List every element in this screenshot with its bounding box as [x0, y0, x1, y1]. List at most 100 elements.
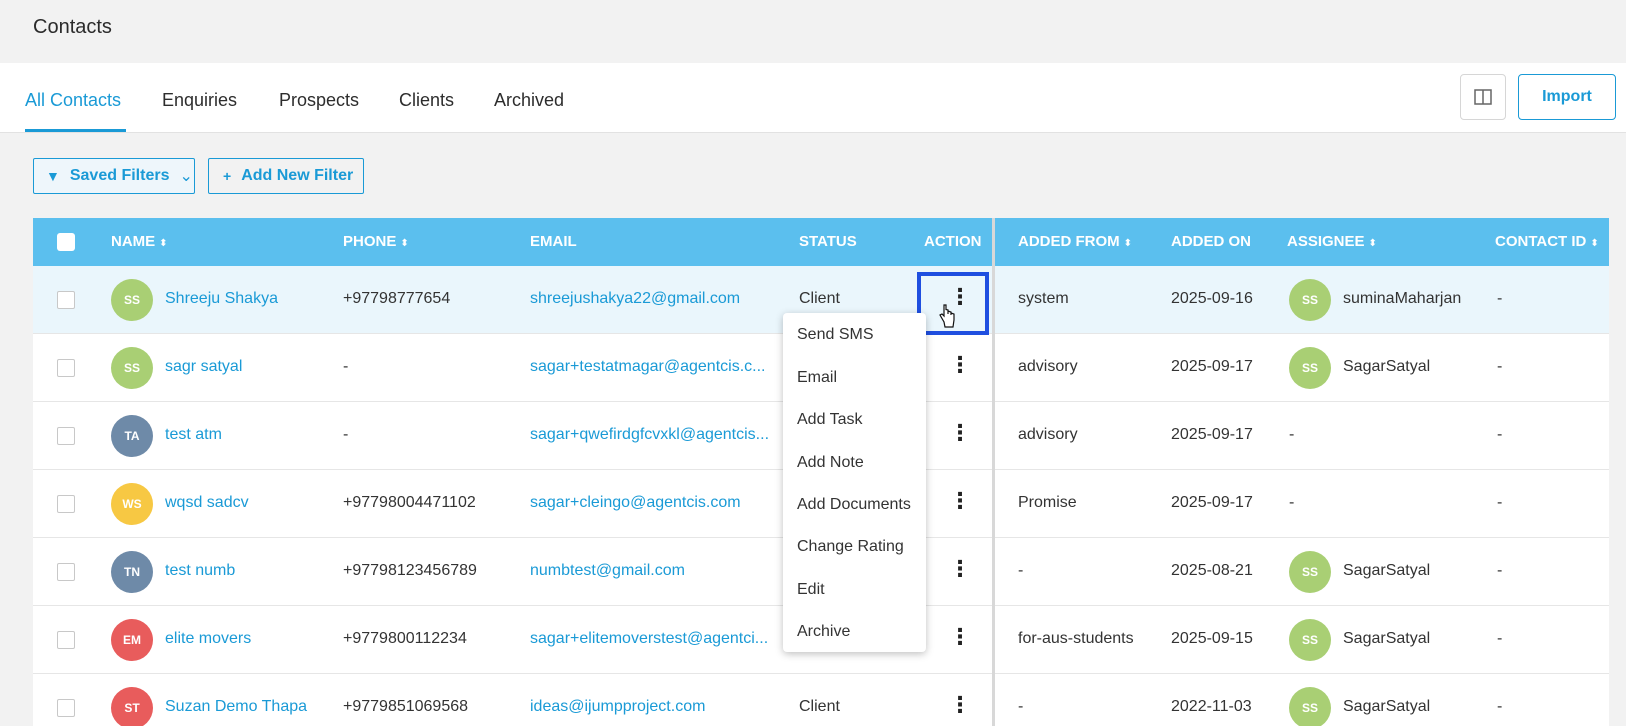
contact-email-link[interactable]: sagar+testatmagar@agentcis.c... [530, 358, 765, 376]
avatar: TN [111, 551, 153, 593]
header-contact-id[interactable]: CONTACT ID ⬍ [1495, 233, 1599, 250]
saved-filters-button[interactable]: ▼ Saved Filters ⌄ [33, 158, 195, 194]
contact-assignee: suminaMaharjan [1343, 290, 1462, 307]
contact-id: - [1497, 358, 1503, 375]
contact-phone: - [343, 358, 349, 375]
sort-icon: ⬍ [1368, 238, 1377, 249]
contact-assignee: SagarSatyal [1343, 698, 1431, 715]
contact-email-link[interactable]: sagar+elitemoverstest@agentci... [530, 630, 768, 648]
row-checkbox[interactable] [57, 699, 75, 717]
avatar: TA [111, 415, 153, 457]
table-row[interactable]: ST Suzan Demo Thapa +9779851069568 ideas@ij… [33, 674, 1609, 726]
menu-item-email[interactable]: Email [797, 369, 837, 387]
tab-all-contacts[interactable]: All Contacts [25, 90, 121, 111]
contact-phone: +97798777654 [343, 290, 451, 307]
menu-item-change-rating[interactable]: Change Rating [797, 538, 904, 556]
assignee-avatar: SS [1289, 347, 1331, 389]
hand-pointer-icon [939, 304, 955, 328]
tab-prospects[interactable]: Prospects [279, 90, 359, 111]
header-added-from[interactable]: ADDED FROM ⬍ [1018, 233, 1132, 250]
contact-added-on: 2025-09-17 [1171, 358, 1253, 375]
contact-email-link[interactable]: sagar+qwefirdgfcvxkl@agentcis... [530, 426, 769, 444]
active-tab-indicator [25, 129, 126, 132]
select-all-checkbox[interactable] [57, 233, 75, 251]
kebab-menu-icon[interactable]: ⋮ [949, 558, 971, 580]
menu-item-add-note[interactable]: Add Note [797, 454, 864, 472]
tab-bar: All Contacts Enquiries Prospects Clients… [0, 63, 1626, 133]
menu-item-send-sms[interactable]: Send SMS [797, 326, 873, 344]
contact-added-on: 2022-11-03 [1171, 698, 1252, 715]
contact-name-link[interactable]: test atm [165, 426, 222, 444]
row-checkbox[interactable] [57, 359, 75, 377]
menu-item-add-task[interactable]: Add Task [797, 411, 863, 429]
menu-item-archive[interactable]: Archive [797, 623, 850, 641]
contact-name-link[interactable]: Shreeju Shakya [165, 290, 278, 308]
contact-phone: +9779851069568 [343, 698, 469, 715]
contact-name-link[interactable]: wqsd sadcv [165, 494, 249, 512]
tab-enquiries[interactable]: Enquiries [162, 90, 237, 111]
filter-icon: ▼ [46, 168, 60, 184]
contact-added-from: for-aus-students [1018, 630, 1134, 647]
contact-status: Client [799, 290, 840, 307]
tab-archived[interactable]: Archived [494, 90, 564, 111]
contact-assignee: SagarSatyal [1343, 562, 1431, 579]
contact-assignee: - [1289, 426, 1295, 443]
contact-assignee: SagarSatyal [1343, 630, 1431, 647]
contact-phone: +97798004471102 [343, 494, 476, 511]
sort-icon: ⬍ [1123, 238, 1133, 249]
assignee-avatar: SS [1289, 619, 1331, 661]
menu-item-add-documents[interactable]: Add Documents [797, 496, 911, 514]
saved-filters-label: Saved Filters [69, 167, 170, 184]
menu-item-edit[interactable]: Edit [797, 581, 825, 599]
contact-name-link[interactable]: Suzan Demo Thapa [165, 698, 307, 716]
sort-icon: ⬍ [1590, 238, 1599, 249]
column-layout-button[interactable] [1460, 74, 1506, 120]
header-assignee[interactable]: ASSIGNEE ⬍ [1287, 233, 1377, 250]
assignee-avatar: SS [1289, 279, 1331, 321]
add-new-filter-button[interactable]: + Add New Filter [208, 158, 364, 194]
kebab-menu-icon[interactable]: ⋮ [949, 626, 971, 648]
contact-email-link[interactable]: numbtest@gmail.com [530, 562, 685, 580]
avatar: SS [111, 279, 153, 321]
header-phone[interactable]: PHONE ⬍ [343, 233, 409, 250]
contact-name-link[interactable]: test numb [165, 562, 235, 580]
row-checkbox[interactable] [57, 563, 75, 581]
row-checkbox[interactable] [57, 427, 75, 445]
tab-clients[interactable]: Clients [399, 90, 454, 111]
row-checkbox[interactable] [57, 495, 75, 513]
avatar: EM [111, 619, 153, 661]
header-status: STATUS [799, 233, 857, 250]
contact-name-link[interactable]: sagr satyal [165, 358, 242, 376]
header-action: ACTION [924, 233, 982, 250]
assignee-avatar: SS [1289, 551, 1331, 593]
contact-id: - [1497, 290, 1503, 307]
contact-id: - [1497, 494, 1503, 511]
kebab-menu-icon[interactable]: ⋮ [949, 354, 971, 376]
contact-status: Client [799, 698, 840, 715]
row-checkbox[interactable] [57, 631, 75, 649]
contact-added-from: system [1018, 290, 1069, 307]
contact-email-link[interactable]: shreejushakya22@gmail.com [530, 290, 740, 308]
assignee-avatar: SS [1289, 687, 1331, 726]
contact-email-link[interactable]: sagar+cleingo@agentcis.com [530, 494, 741, 512]
header-added-on: ADDED ON [1171, 233, 1252, 250]
contact-id: - [1497, 630, 1503, 647]
contact-added-on: 2025-09-16 [1171, 290, 1253, 307]
kebab-menu-icon[interactable]: ⋮ [949, 490, 971, 512]
header-name[interactable]: NAME ⬍ [111, 233, 168, 250]
contact-added-from: advisory [1018, 358, 1078, 375]
header-email: EMAIL [530, 233, 577, 250]
contact-added-on: 2025-08-21 [1171, 562, 1253, 579]
contact-email-link[interactable]: ideas@ijumpproject.com [530, 698, 705, 716]
kebab-menu-icon[interactable]: ⋮ [949, 694, 971, 716]
kebab-menu-icon[interactable]: ⋮ [949, 422, 971, 444]
contact-added-from: - [1018, 698, 1024, 715]
sort-icon: ⬍ [159, 238, 168, 249]
import-button[interactable]: Import [1518, 74, 1616, 120]
row-checkbox[interactable] [57, 291, 75, 309]
plus-icon: + [223, 168, 232, 184]
page-header: Contacts [0, 0, 1626, 63]
contact-added-from: advisory [1018, 426, 1078, 443]
chevron-down-icon: ⌄ [179, 168, 193, 185]
contact-name-link[interactable]: elite movers [165, 630, 251, 648]
